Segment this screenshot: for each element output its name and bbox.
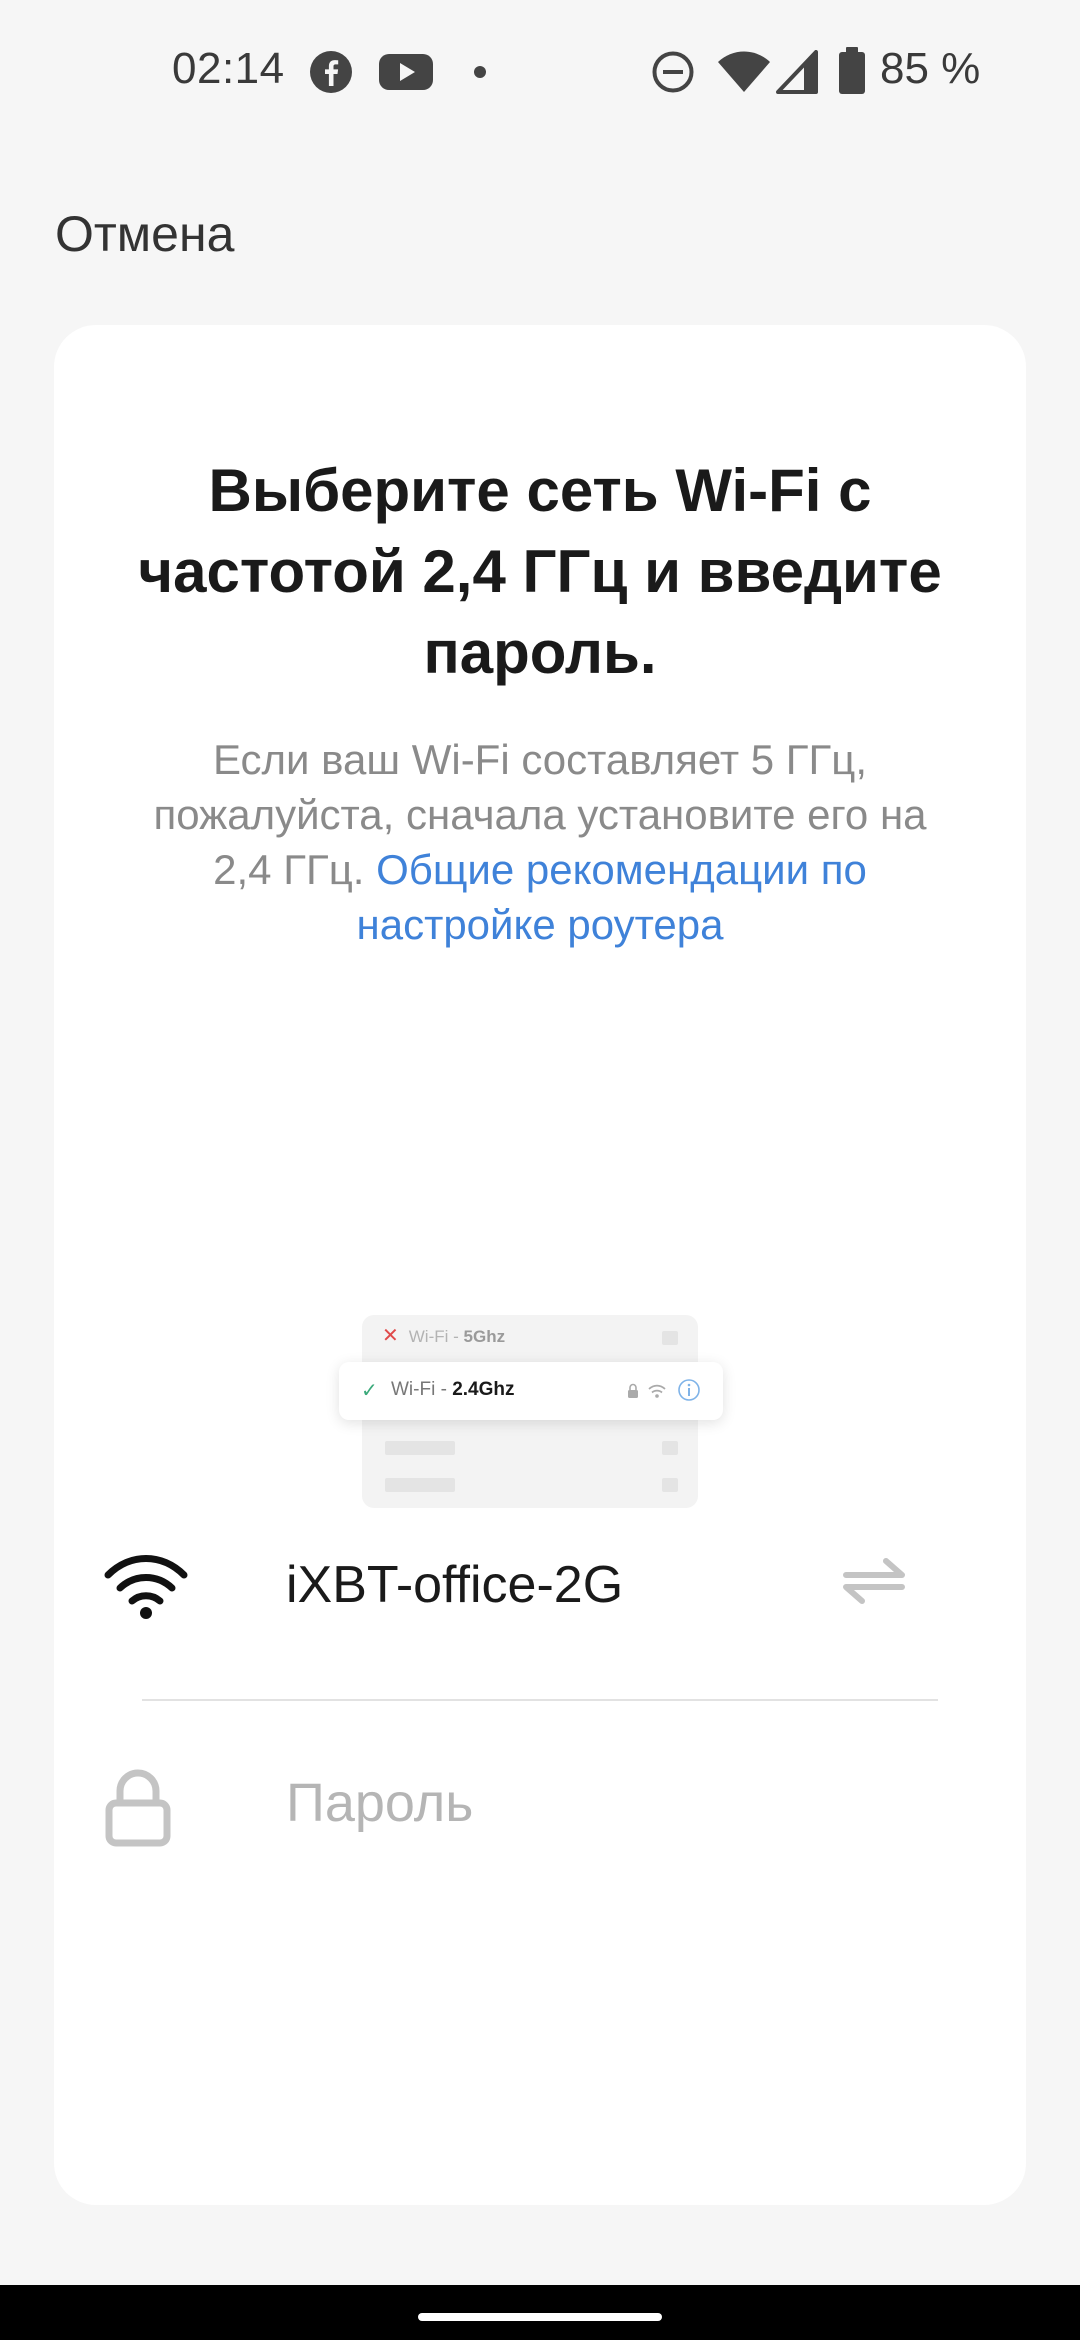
wifi-icon: [104, 1555, 188, 1619]
navigation-bar: [0, 2285, 1080, 2340]
password-row: [98, 1755, 934, 1855]
password-input[interactable]: [286, 1763, 926, 1843]
cancel-button[interactable]: Отмена: [55, 205, 234, 263]
mini-lock-icon: [628, 1383, 638, 1398]
illustration-row-5ghz: ✕ Wi-Fi - 5Ghz: [382, 1325, 506, 1347]
do-not-disturb-icon: [652, 51, 694, 93]
instructions-text: Если ваш Wi-Fi составляет 5 ГГц, пожалуй…: [134, 732, 946, 952]
screen: 02:14 85 % Отмена Выберите сеть Wi-Fi с …: [0, 0, 1080, 2340]
placeholder-block: [385, 1478, 455, 1492]
facebook-icon: [310, 51, 352, 93]
placeholder-block: [662, 1478, 678, 1492]
wifi-setup-card: Выберите сеть Wi-Fi с частотой 2,4 ГГц и…: [54, 325, 1026, 2205]
home-gesture-handle[interactable]: [418, 2313, 662, 2321]
illustration-row-24ghz: ✓ Wi-Fi - 2.4Ghz: [339, 1362, 723, 1420]
placeholder-block: [662, 1441, 678, 1455]
router-settings-link[interactable]: Общие рекомендации по настройке роутера: [357, 846, 867, 948]
illustration-24ghz-label: Wi-Fi - 2.4Ghz: [391, 1379, 515, 1400]
wifi-band-illustration: ✕ Wi-Fi - 5Ghz ✓ Wi-Fi - 2.4Ghz: [339, 1315, 779, 1515]
switch-network-icon[interactable]: [842, 1553, 906, 1607]
lock-icon: [105, 1769, 171, 1847]
placeholder-block: [385, 1441, 455, 1455]
page-title: Выберите сеть Wi-Fi с частотой 2,4 ГГц и…: [138, 457, 942, 686]
wifi-signal-icon: [718, 51, 770, 92]
status-bar: 02:14 85 %: [0, 0, 1080, 140]
cell-signal-icon: [776, 50, 818, 94]
divider: [142, 1699, 938, 1701]
battery-icon: [839, 47, 865, 94]
wifi-network-row[interactable]: iXBT-office-2G: [98, 1535, 934, 1635]
cross-icon: ✕: [382, 1325, 399, 1347]
notification-dot-icon: [474, 66, 486, 78]
wifi-network-name: iXBT-office-2G: [286, 1556, 624, 1614]
placeholder-block: [662, 1331, 678, 1345]
battery-percent: 85 %: [880, 44, 981, 93]
info-icon: [678, 1379, 700, 1401]
check-icon: ✓: [361, 1380, 378, 1402]
youtube-icon: [379, 54, 433, 90]
mini-wifi-icon: [648, 1384, 666, 1398]
status-time: 02:14: [172, 44, 285, 93]
